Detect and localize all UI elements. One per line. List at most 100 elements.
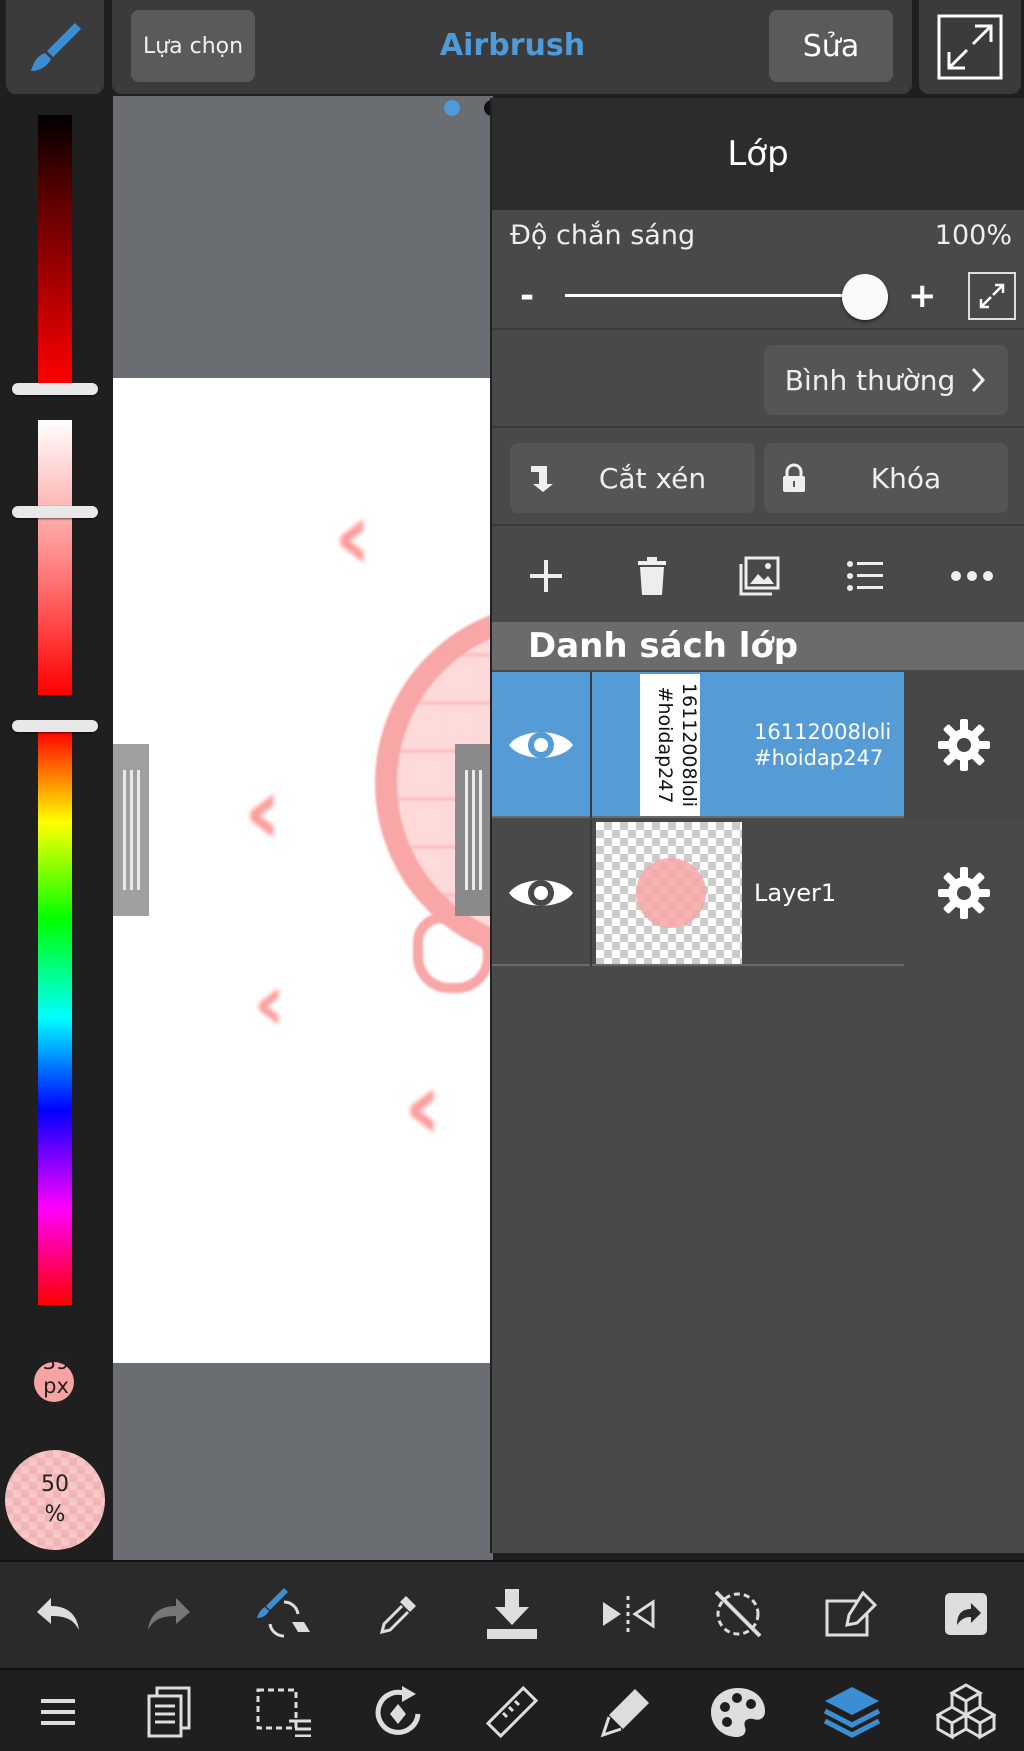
add-layer-button[interactable] [518,548,574,604]
clipping-label: Cắt xén [598,461,707,495]
layer-settings-button[interactable] [904,672,1024,818]
drawing-mark: ‹ [403,1050,443,1162]
layer-settings-button[interactable] [904,820,1024,966]
rotation-lock-button[interactable] [706,1582,770,1646]
flip-icon [603,1596,655,1632]
hue-slider[interactable] [38,730,72,1305]
transform-button[interactable] [820,1582,884,1646]
layer-name: Layer1 [754,879,837,907]
transform-icon [825,1590,878,1637]
fill-button[interactable] [596,1680,660,1744]
fullscreen-button[interactable] [919,0,1021,94]
brush-eraser-swap-icon [257,1588,310,1638]
brush-size-value[interactable]: 39 px [22,1350,90,1398]
delete-layer-button[interactable] [624,548,680,604]
menu-button[interactable] [26,1680,90,1744]
drawing-mark: ‹ [253,956,286,1049]
layer-thumbnail: 16112008loli #hoidap247 [596,674,742,816]
add-layer-icon [530,560,562,592]
save-button[interactable] [480,1582,544,1646]
brush-eraser-swap-button[interactable] [252,1582,316,1646]
right-panel-handle[interactable] [455,744,491,916]
fullscreen-icon [937,14,1003,80]
lock-button[interactable]: Khóa [764,443,1008,513]
undo-button[interactable] [26,1582,90,1646]
brush-tool-button[interactable] [6,0,104,94]
rotate-canvas-icon [375,1686,421,1735]
clip-arrow-icon [510,462,570,494]
selection-tool-button[interactable] [252,1680,316,1744]
redo-button[interactable] [137,1582,201,1646]
layer-thumbnail [596,822,742,964]
palette-icon [711,1688,765,1737]
layers-button[interactable] [820,1680,884,1744]
rotate-canvas-button[interactable] [366,1680,430,1744]
share-button[interactable] [934,1582,998,1646]
fill-icon [600,1689,649,1738]
menu-icon [41,1699,75,1725]
eyedropper-icon [379,1596,416,1635]
add-image-layer-icon [739,556,780,596]
opacity-increase-button[interactable]: + [908,276,938,316]
brush-name[interactable]: Airbrush [400,24,625,68]
lock-label: Khóa [870,461,942,495]
opacity-expand-button[interactable] [968,272,1016,320]
more-icon [951,571,993,581]
ruler-button[interactable] [480,1680,544,1744]
materials-button[interactable] [934,1680,998,1744]
saturation-handle[interactable] [12,506,98,518]
layer-list-icon [847,561,883,591]
redo-icon [148,1598,190,1630]
saturation-slider[interactable] [38,420,72,695]
canvas-paper[interactable]: ‹ ‹ ‹ ‹ [113,378,491,1363]
layer-thumbnail-text: 16112008loli #hoidap247 [654,682,700,808]
clipping-button[interactable]: Cắt xén [510,443,755,513]
brightness-handle[interactable] [12,383,98,395]
more-button[interactable] [944,548,1000,604]
layer-list-header: Danh sách lớp [492,622,1024,670]
flip-button[interactable] [596,1582,660,1646]
layer-name: 16112008loli #hoidap247 [754,720,892,770]
palette-button[interactable] [706,1680,770,1744]
hue-handle[interactable] [12,720,98,732]
share-icon [945,1593,987,1635]
selection-icon [256,1688,311,1737]
layer-panel-title: Lớp [492,98,1024,210]
opacity-value: 100% [934,220,1012,251]
pages-icon [147,1686,191,1738]
visibility-toggle[interactable] [492,672,592,818]
ruler-icon [485,1685,539,1739]
left-panel-handle[interactable] [113,744,149,916]
layer-row-selected[interactable]: 16112008loli #hoidap247 16112008loli #ho… [492,672,1024,818]
eye-icon [509,880,573,906]
drawing-mark: ‹ [333,480,373,592]
undo-icon [37,1598,79,1630]
eye-icon [509,732,573,758]
edit-button[interactable]: Sửa [769,10,893,82]
opacity-decrease-button[interactable]: - [520,276,540,316]
brightness-slider[interactable] [38,115,72,383]
pages-button[interactable] [137,1680,201,1744]
drawing-mark [413,913,491,993]
brush-opacity-button[interactable]: 50 % [5,1450,105,1550]
layer-list-button[interactable] [837,548,893,604]
page-dot-active [444,100,460,116]
eyedropper-button[interactable] [366,1582,430,1646]
drawing-mark: ‹ [243,755,283,867]
opacity-slider-knob[interactable] [842,274,888,320]
selection-button[interactable]: Lựa chọn [131,10,255,82]
gear-icon [938,719,990,771]
blend-mode-label: Bình thường [784,363,956,397]
opacity-slider[interactable] [565,294,865,297]
expand-icon [979,283,1005,309]
blend-mode-button[interactable]: Bình thường [764,345,1008,415]
gear-icon [938,867,990,919]
opacity-label: Độ chắn sáng [510,220,696,251]
brush-icon [31,23,81,71]
brush-opacity-value: 50 % [41,1472,69,1527]
visibility-toggle[interactable] [492,820,592,966]
layer-row[interactable]: Layer1 [492,820,1024,966]
add-image-layer-button[interactable] [731,548,787,604]
chevron-right-icon [972,367,986,393]
materials-icon [936,1683,996,1740]
